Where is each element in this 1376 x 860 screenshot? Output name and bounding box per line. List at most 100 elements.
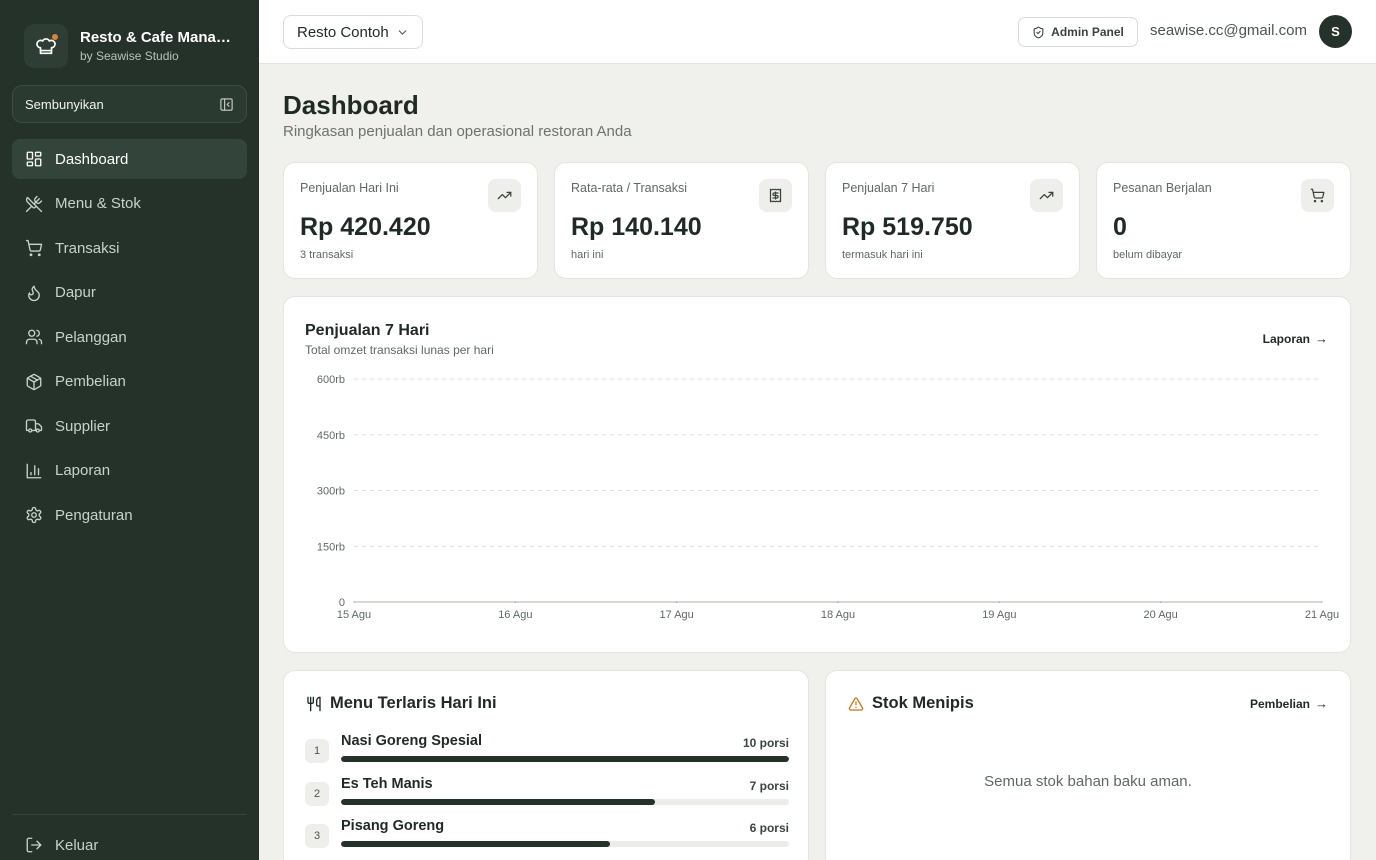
page-title: Dashboard xyxy=(283,90,419,120)
stat-value: Rp 140.140 xyxy=(571,213,702,241)
sidebar-item-label: Pembelian xyxy=(55,373,126,390)
progress-fill xyxy=(341,756,789,762)
sidebar-nav: Dashboard Menu & Stok Transaksi Dapur Pe… xyxy=(12,139,247,540)
purchase-link-label: Pembelian xyxy=(1249,696,1310,711)
y-tick-label: 300rb xyxy=(317,486,345,498)
arrow-right-icon: → xyxy=(1315,696,1328,711)
progress-bar xyxy=(341,756,789,762)
brand: Resto & Cafe Management by Seawise Studi… xyxy=(24,24,240,68)
stat-value: Rp 420.420 xyxy=(300,213,431,241)
sidebar-item-label: Dapur xyxy=(55,284,96,301)
sales-chart-card: Penjualan 7 Hari Total omzet transaksi l… xyxy=(283,296,1351,653)
collapse-sidebar-button[interactable]: Sembunyikan xyxy=(12,85,247,123)
utensils-crossed-icon xyxy=(25,195,43,212)
stat-card-avg-transaction: Rata-rata / Transaksi Rp 140.140 hari in… xyxy=(554,162,809,279)
trending-up-icon xyxy=(488,179,521,212)
chef-hat-logo-icon xyxy=(24,24,68,68)
x-tick-label: 20 Agu xyxy=(1144,609,1178,621)
sidebar-divider xyxy=(12,814,247,815)
cart-icon xyxy=(1301,179,1334,212)
stat-value: 0 xyxy=(1113,213,1127,241)
chevron-down-icon xyxy=(398,29,407,35)
sidebar-item-pengaturan[interactable]: Pengaturan xyxy=(12,495,247,535)
app-title: Resto & Cafe Management xyxy=(80,29,240,46)
admin-panel-button[interactable]: Admin Panel xyxy=(1018,17,1138,47)
users-icon xyxy=(25,329,43,345)
sidebar-item-label: Menu & Stok xyxy=(55,195,141,212)
top-menu-title-text: Menu Terlaris Hari Ini xyxy=(330,694,497,712)
restaurant-selector[interactable]: Resto Contoh xyxy=(283,15,423,49)
empty-state-text: Semua stok bahan baku aman. xyxy=(984,773,1192,790)
x-tick-label: 21 Agu xyxy=(1305,609,1339,621)
data-point xyxy=(675,601,678,603)
list-item: 2 Es Teh Manis 7 porsi xyxy=(305,776,789,812)
menu-name: Pisang Goreng xyxy=(341,818,445,834)
menu-name: Es Teh Manis xyxy=(341,776,433,792)
y-tick-label: 0 xyxy=(339,597,345,609)
y-tick-label: 450rb xyxy=(317,430,345,442)
data-point xyxy=(837,601,839,603)
sidebar-item-transaksi[interactable]: Transaksi xyxy=(12,228,247,268)
stat-label: Rata-rata / Transaksi xyxy=(571,181,688,195)
stat-label: Penjualan Hari Ini xyxy=(300,181,399,195)
x-tick-label: 17 Agu xyxy=(660,609,694,621)
avatar[interactable]: S xyxy=(1319,15,1352,48)
x-tick-label: 19 Agu xyxy=(982,609,1016,621)
sidebar-item-label: Pengaturan xyxy=(55,506,133,524)
sidebar-item-pelanggan[interactable]: Pelanggan xyxy=(12,317,247,357)
flame-icon xyxy=(28,285,40,301)
warning-icon xyxy=(848,696,864,711)
logout-button[interactable]: Keluar xyxy=(25,836,98,854)
user-email: seawise.cc@gmail.com xyxy=(1150,22,1307,39)
sales-line-chart: 0 150rb 300rb 450rb 600rb 15 Agu 16 Agu 17 Agu 1… xyxy=(317,374,1339,621)
dashboard-icon xyxy=(26,151,42,167)
sidebar-item-pembelian[interactable]: Pembelian xyxy=(12,362,247,402)
menu-qty: 6 porsi xyxy=(749,821,789,835)
logout-icon xyxy=(26,837,42,853)
bar-chart-icon xyxy=(26,463,42,478)
list-item: 1 Nasi Goreng Spesial 10 porsi xyxy=(305,733,789,769)
logout-label: Keluar xyxy=(55,836,99,854)
sidebar-item-dapur[interactable]: Dapur xyxy=(12,273,247,313)
stat-label: Pesanan Berjalan xyxy=(1113,181,1212,195)
progress-bar xyxy=(341,841,789,847)
sidebar-item-label: Laporan xyxy=(55,462,111,479)
sidebar-item-supplier[interactable]: Supplier xyxy=(12,406,247,446)
menu-qty: 10 porsi xyxy=(742,736,789,750)
top-menu-title: Menu Terlaris Hari Ini xyxy=(306,694,497,713)
sidebar-item-laporan[interactable]: Laporan xyxy=(12,451,247,491)
sidebar-item-label: Dashboard xyxy=(55,150,129,168)
x-tick-label: 16 Agu xyxy=(498,609,532,621)
utensils-icon xyxy=(307,696,321,711)
y-tick-label: 150rb xyxy=(317,541,345,553)
stat-value: Rp 519.750 xyxy=(842,213,973,241)
y-tick-label: 600rb xyxy=(317,374,345,386)
package-icon xyxy=(26,373,42,390)
menu-qty: 7 porsi xyxy=(749,779,789,793)
panel-collapse-icon xyxy=(220,97,233,111)
top-menu-card: Menu Terlaris Hari Ini 1 Nasi Goreng Spe… xyxy=(283,670,809,860)
trending-up-icon xyxy=(1030,179,1063,212)
receipt-icon xyxy=(759,179,792,212)
cart-icon xyxy=(25,239,43,257)
admin-panel-label: Admin Panel xyxy=(1051,25,1124,39)
sidebar-item-label: Supplier xyxy=(55,417,111,435)
sidebar-item-menu-stok[interactable]: Menu & Stok xyxy=(12,184,247,224)
x-tick-label: 18 Agu xyxy=(821,609,855,621)
page-subtitle: Ringkasan penjualan dan operasional rest… xyxy=(283,123,632,140)
low-stock-title: Stok Menipis xyxy=(848,694,974,713)
data-point xyxy=(998,601,1001,603)
rank-number: 3 xyxy=(305,824,329,848)
progress-fill xyxy=(341,841,610,847)
low-stock-title-text: Stok Menipis xyxy=(872,694,974,712)
sidebar-item-label: Transaksi xyxy=(55,239,120,257)
topbar: Resto Contoh Admin Panel seawise.cc@gmai… xyxy=(259,0,1376,64)
sidebar-item-dashboard[interactable]: Dashboard xyxy=(12,139,247,179)
rank-number: 1 xyxy=(305,739,329,763)
stat-label: Penjualan 7 Hari xyxy=(842,181,935,195)
list-item: 3 Pisang Goreng 6 porsi xyxy=(305,818,789,854)
rank-number: 2 xyxy=(305,782,329,806)
purchase-link[interactable]: Pembelian → xyxy=(1250,696,1328,711)
truck-icon xyxy=(25,419,43,433)
menu-name: Nasi Goreng Spesial xyxy=(341,733,483,749)
